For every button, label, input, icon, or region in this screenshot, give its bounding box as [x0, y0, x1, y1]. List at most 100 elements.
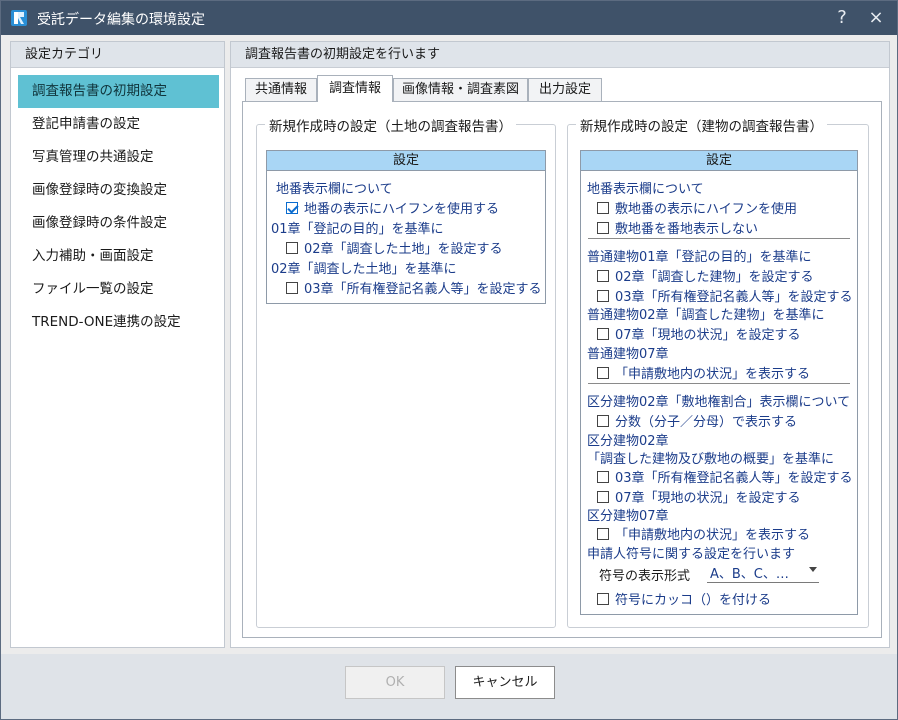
building-heading-lot-display: 地番表示欄について — [587, 182, 704, 197]
checkbox-label: 03章「所有権登記名義人等」を設定する — [304, 282, 542, 297]
symbol-format-label: 符号の表示形式 — [599, 569, 691, 584]
category-label: 画像登録時の条件設定 — [32, 215, 167, 231]
building-ch02-checkbox[interactable]: 02章「調査した建物」を設定する — [597, 266, 814, 285]
checkbox-label: 07章「現地の状況」を設定する — [615, 328, 801, 343]
land-ch03-checkbox[interactable]: 03章「所有権登記名義人等」を設定する — [286, 278, 542, 297]
category-application[interactable]: 登記申請書の設定 — [18, 108, 219, 141]
symbol-brackets-checkbox[interactable]: 符号にカッコ（）を付ける — [597, 589, 771, 608]
building-ch07-checkbox[interactable]: 07章「現地の状況」を設定する — [597, 324, 801, 343]
button-bar: OK キャンセル — [1, 654, 897, 719]
building-hyphen-checkbox[interactable]: 敷地番の表示にハイフンを使用 — [597, 198, 797, 217]
tab-label: 共通情報 — [254, 82, 307, 97]
settings-dialog: 受託データ編集の環境設定 ? × 設定カテゴリ 調査報告書の初期設定 登記申請書… — [0, 0, 898, 720]
checkbox-icon — [597, 328, 609, 340]
condo-ch07-checkbox[interactable]: 07章「現地の状況」を設定する — [597, 487, 801, 506]
help-icon: ? — [837, 7, 847, 28]
tab-image-info[interactable]: 画像情報・調査素図 — [393, 78, 528, 101]
tab-common-info[interactable]: 共通情報 — [245, 78, 317, 101]
category-label: ファイル一覧の設定 — [32, 281, 154, 297]
title-bar: 受託データ編集の環境設定 ? × — [1, 1, 897, 35]
land-group-legend: 新規作成時の設定（土地の調査報告書） — [265, 115, 516, 135]
separator — [588, 383, 850, 384]
checkbox-label: 03章「所有権登記名義人等」を設定する — [615, 471, 853, 486]
condo-heading-ch02: 区分建物02章 — [587, 434, 669, 449]
building-heading-ch02: 普通建物02章「調査した建物」を基準に — [587, 308, 825, 323]
checkbox-label: 分数（分子／分母）で表示する — [615, 415, 798, 430]
condo-ch03-checkbox[interactable]: 03章「所有権登記名義人等」を設定する — [597, 467, 853, 486]
building-settings-box: 設定 地番表示欄について 敷地番の表示にハイフンを使用 敷地番を番地表示しない … — [580, 150, 858, 615]
checkbox-icon — [597, 471, 609, 483]
checkbox-icon — [597, 290, 609, 302]
symbol-format-value: A、B、C、… — [710, 567, 789, 582]
checkbox-label: 敷地番の表示にハイフンを使用 — [615, 202, 798, 217]
checkbox-icon — [597, 593, 609, 605]
ok-label: OK — [385, 675, 405, 690]
land-heading-lot-display: 地番表示欄について — [276, 182, 393, 197]
checkbox-checked-icon — [286, 202, 298, 214]
category-label: 調査報告書の初期設定 — [32, 83, 167, 99]
building-site-status-checkbox[interactable]: 「申請敷地内の状況」を表示する — [597, 363, 810, 382]
app-icon — [11, 10, 27, 26]
category-header: 設定カテゴリ — [11, 42, 224, 68]
settings-panel: 調査報告書の初期設定を行います 共通情報 調査情報 画像情報・調査素図 出力設定… — [230, 41, 890, 648]
category-label: 登記申請書の設定 — [32, 116, 140, 132]
category-image-condition[interactable]: 画像登録時の条件設定 — [18, 207, 219, 240]
condo-fraction-checkbox[interactable]: 分数（分子／分母）で表示する — [597, 411, 797, 430]
cancel-button[interactable]: キャンセル — [455, 666, 555, 699]
category-photo-common[interactable]: 写真管理の共通設定 — [18, 141, 219, 174]
checkbox-icon — [597, 415, 609, 427]
land-settings-group: 新規作成時の設定（土地の調査報告書） 設定 地番表示欄について 地番の表示にハイ… — [256, 115, 556, 628]
checkbox-icon — [597, 270, 609, 282]
category-image-convert[interactable]: 画像登録時の変換設定 — [18, 174, 219, 207]
land-ch02-checkbox[interactable]: 02章「調査した土地」を設定する — [286, 238, 503, 257]
checkbox-label: 03章「所有権登記名義人等」を設定する — [615, 290, 853, 305]
cancel-label: キャンセル — [472, 675, 538, 690]
checkbox-label: 敷地番を番地表示しない — [615, 222, 759, 237]
category-file-list[interactable]: ファイル一覧の設定 — [18, 273, 219, 306]
building-heading-ch01: 普通建物01章「登記の目的」を基準に — [587, 250, 812, 265]
land-settings-box: 設定 地番表示欄について 地番の表示にハイフンを使用する 01章「登記の目的」を… — [266, 150, 546, 304]
checkbox-icon — [597, 202, 609, 214]
category-label: TREND-ONE連携の設定 — [32, 314, 181, 330]
land-heading-ch02: 02章「調査した土地」を基準に — [271, 262, 457, 277]
ok-button[interactable]: OK — [345, 666, 445, 699]
chevron-down-icon — [809, 567, 817, 572]
tab-output[interactable]: 出力設定 — [528, 78, 602, 101]
tab-label: 画像情報・調査素図 — [401, 82, 519, 97]
tab-content-survey: 新規作成時の設定（土地の調査報告書） 設定 地番表示欄について 地番の表示にハイ… — [242, 101, 882, 638]
building-settings-group: 新規作成時の設定（建物の調査報告書） 設定 地番表示欄について 敷地番の表示にハ… — [567, 115, 869, 628]
building-heading-ch07: 普通建物07章 — [587, 347, 669, 362]
building-ch03-checkbox[interactable]: 03章「所有権登記名義人等」を設定する — [597, 286, 853, 305]
building-group-legend: 新規作成時の設定（建物の調査報告書） — [576, 115, 827, 135]
checkbox-label: 地番の表示にハイフンを使用する — [304, 202, 500, 217]
tab-label: 出力設定 — [538, 82, 591, 97]
category-input-screen[interactable]: 入力補助・画面設定 — [18, 240, 219, 273]
checkbox-icon — [597, 528, 609, 540]
category-panel: 設定カテゴリ 調査報告書の初期設定 登記申請書の設定 写真管理の共通設定 画像登… — [10, 41, 225, 648]
close-icon: × — [868, 7, 884, 28]
applicant-symbol-heading: 申請人符号に関する設定を行います — [587, 547, 796, 562]
window-title: 受託データ編集の環境設定 — [37, 12, 205, 28]
checkbox-icon — [597, 367, 609, 379]
separator — [588, 238, 850, 239]
tab-survey-info[interactable]: 調査情報 — [317, 75, 393, 102]
condo-heading-basis: 「調査した建物及び敷地の概要」を基準に — [587, 452, 835, 467]
building-no-address-checkbox[interactable]: 敷地番を番地表示しない — [597, 218, 758, 237]
close-button[interactable]: × — [863, 6, 889, 30]
symbol-format-select[interactable]: A、B、C、… — [707, 562, 819, 583]
condo-heading-ratio: 区分建物02章「敷地権割合」表示欄について — [587, 395, 851, 410]
category-label: 画像登録時の変換設定 — [32, 182, 167, 198]
help-button[interactable]: ? — [829, 6, 855, 30]
condo-site-status-checkbox[interactable]: 「申請敷地内の状況」を表示する — [597, 524, 810, 543]
checkbox-label: 符号にカッコ（）を付ける — [615, 593, 772, 608]
building-settings-header: 設定 — [581, 151, 857, 171]
category-report-initial[interactable]: 調査報告書の初期設定 — [18, 75, 219, 108]
land-hyphen-checkbox[interactable]: 地番の表示にハイフンを使用する — [286, 198, 499, 217]
checkbox-label: 07章「現地の状況」を設定する — [615, 491, 801, 506]
category-label: 写真管理の共通設定 — [32, 149, 154, 165]
category-trend-one[interactable]: TREND-ONE連携の設定 — [18, 306, 219, 339]
condo-heading-ch07: 区分建物07章 — [587, 509, 669, 524]
checkbox-label: 02章「調査した建物」を設定する — [615, 270, 814, 285]
category-label: 入力補助・画面設定 — [32, 248, 154, 264]
panel-title: 調査報告書の初期設定を行います — [231, 42, 889, 68]
